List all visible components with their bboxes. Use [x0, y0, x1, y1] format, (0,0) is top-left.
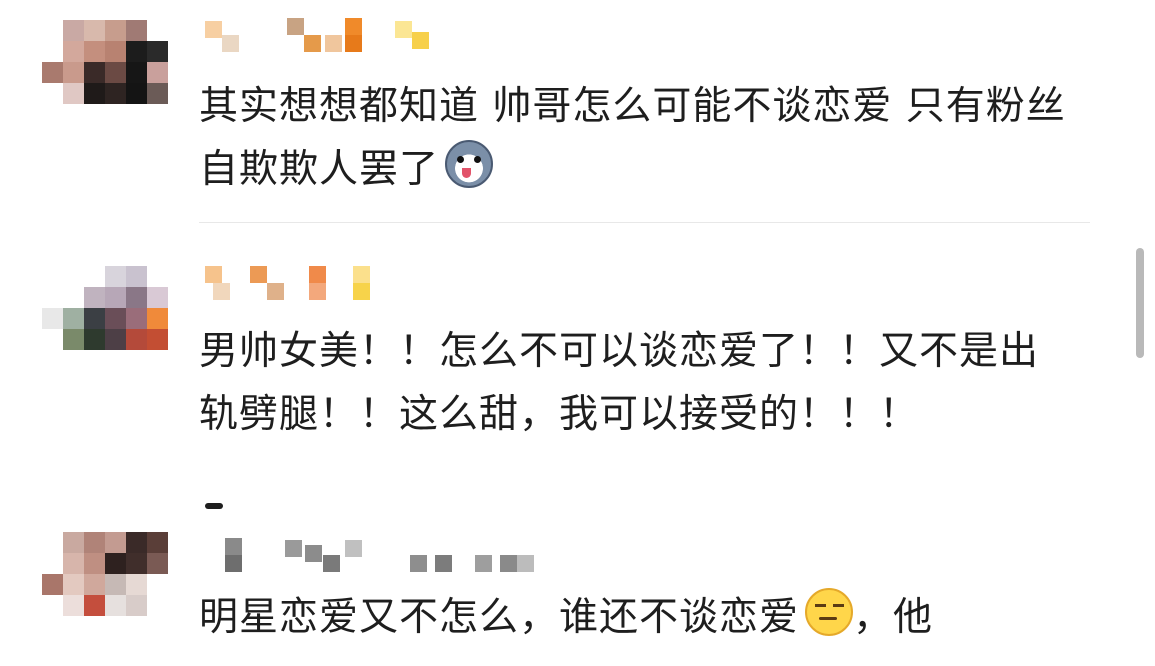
- scrollbar[interactable]: [1136, 248, 1144, 358]
- comment-text-content: 明星恋爱又不怎么，谁还不谈恋爱: [199, 595, 800, 640]
- smirk-emoji-icon: [805, 588, 854, 636]
- comment-item-1[interactable]: 其实想想都知道 帅哥怎么可能不谈恋爱 只有粉丝自欺欺人罢了: [0, 0, 1130, 230]
- divider: [199, 222, 1090, 223]
- comment-text: 其实想想都知道 帅哥怎么可能不谈恋爱 只有粉丝自欺欺人罢了: [199, 75, 1075, 201]
- comment-text: 男帅女美！！怎么不可以谈恋爱了！！又不是出轨劈腿！！这么甜，我可以接受的！！！: [199, 320, 1075, 446]
- username[interactable]: [205, 18, 440, 52]
- husky-emoji-icon: [445, 140, 494, 188]
- avatar[interactable]: [42, 20, 168, 116]
- avatar[interactable]: [42, 266, 168, 362]
- comment-text-continued: ，他: [853, 595, 934, 640]
- comment-item-2[interactable]: 男帅女美！！怎么不可以谈恋爱了！！又不是出轨劈腿！！这么甜，我可以接受的！！！: [0, 230, 1130, 520]
- comment-text: 明星恋爱又不怎么，谁还不谈恋爱 ，他: [199, 586, 1075, 649]
- comment-text-content: 男帅女美！！怎么不可以谈恋爱了！！又不是出轨劈腿！！这么甜，我可以接受的！！！: [199, 329, 1040, 437]
- comment-item-3[interactable]: 明星恋爱又不怎么，谁还不谈恋爱 ，他: [0, 520, 1130, 666]
- avatar[interactable]: [42, 532, 168, 628]
- username[interactable]: [205, 266, 395, 300]
- comment-text-content: 其实想想都知道 帅哥怎么可能不谈恋爱 只有粉丝自欺欺人罢了: [199, 84, 1066, 192]
- username[interactable]: [205, 534, 535, 572]
- text-cursor-mark: [205, 503, 223, 509]
